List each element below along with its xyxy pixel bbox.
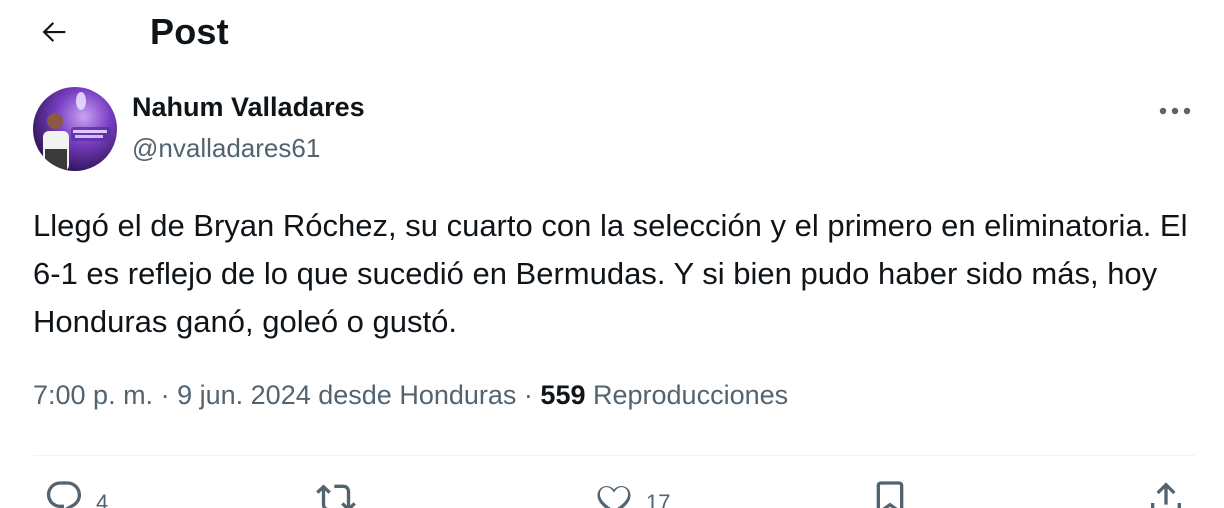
page-title: Post xyxy=(150,11,229,52)
divider xyxy=(33,455,1195,456)
like-button[interactable]: 17 xyxy=(594,478,670,508)
share-button[interactable] xyxy=(1146,478,1186,508)
views-count: 559 xyxy=(540,380,586,410)
meta-separator: · xyxy=(523,380,533,410)
reply-icon xyxy=(46,481,82,508)
post-page: Post Nahum Valladares @nvalladares61 Lle… xyxy=(0,0,1224,508)
post-location: desde Honduras xyxy=(318,380,517,410)
post-meta: 7:00 p. m. · 9 jun. 2024 desde Honduras … xyxy=(33,380,788,411)
more-horizontal-icon xyxy=(1159,107,1191,115)
more-options-button[interactable] xyxy=(1150,94,1200,128)
author-name[interactable]: Nahum Valladares xyxy=(132,92,365,123)
post-date[interactable]: 9 jun. 2024 xyxy=(177,380,311,410)
post-time[interactable]: 7:00 p. m. xyxy=(33,380,153,410)
header: Post xyxy=(0,0,1224,64)
like-icon xyxy=(597,486,631,508)
repost-icon xyxy=(316,484,356,508)
reply-count: 4 xyxy=(96,490,109,508)
reply-button[interactable]: 4 xyxy=(44,478,108,508)
repost-button[interactable] xyxy=(316,478,368,508)
post-text: Llegó el de Bryan Róchez, su cuarto con … xyxy=(33,208,1188,339)
like-count: 17 xyxy=(646,490,671,508)
back-button[interactable] xyxy=(30,10,78,54)
author-handle[interactable]: @nvalladares61 xyxy=(132,133,320,164)
bookmark-button[interactable] xyxy=(870,478,910,508)
meta-separator: · xyxy=(160,380,170,410)
action-bar: 4 17 xyxy=(0,478,1224,508)
avatar[interactable] xyxy=(33,87,117,171)
bookmark-icon xyxy=(876,481,904,508)
arrow-left-icon xyxy=(42,22,66,42)
profile-photo xyxy=(33,87,117,171)
share-icon xyxy=(1151,482,1181,508)
views-label: Reproducciones xyxy=(593,380,789,410)
